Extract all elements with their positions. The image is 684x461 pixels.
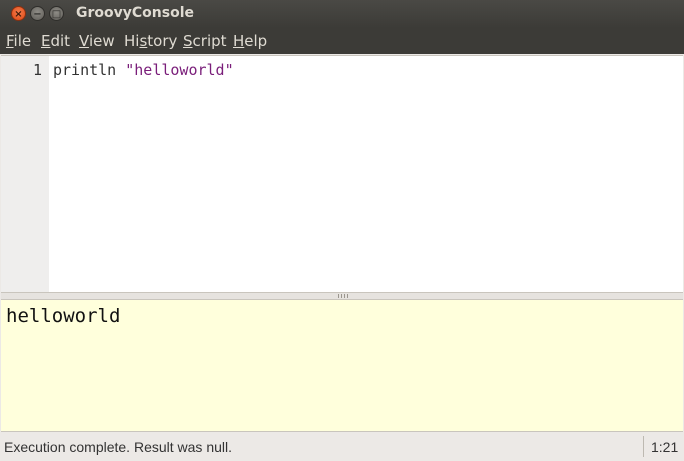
script-editor[interactable]: 1 println "helloworld": [1, 55, 683, 293]
output-pane[interactable]: helloworld: [1, 300, 683, 432]
menu-help-label: elp: [244, 32, 268, 50]
menu-view-label: iew: [88, 32, 115, 50]
title-bar[interactable]: × − □ GroovyConsole: [0, 0, 684, 28]
minimize-window-button[interactable]: −: [30, 6, 45, 21]
menu-help-mnemonic: H: [233, 32, 245, 50]
status-bar: Execution complete. Result was null. 1:2…: [0, 433, 684, 461]
line-number: 1: [32, 61, 42, 79]
menu-view-mnemonic: V: [79, 32, 89, 50]
status-divider: [643, 436, 644, 457]
menu-file-label: ile: [13, 32, 32, 50]
window-title: GroovyConsole: [76, 5, 194, 21]
maximize-window-button[interactable]: □: [49, 6, 64, 21]
splitter-grip-icon[interactable]: [338, 294, 348, 298]
output-text: helloworld: [6, 305, 121, 327]
close-window-button[interactable]: ×: [11, 6, 26, 21]
menu-history-label: tory: [147, 32, 178, 50]
code-string-literal: "helloworld": [125, 61, 234, 79]
menu-history[interactable]: History: [124, 32, 177, 50]
menu-view[interactable]: View: [79, 32, 115, 50]
caret-position: 1:21: [651, 439, 679, 455]
menu-script[interactable]: Script: [183, 32, 227, 50]
menu-script-label: cript: [192, 32, 227, 50]
menu-file-mnemonic: F: [6, 32, 14, 50]
status-message: Execution complete. Result was null.: [4, 439, 232, 455]
split-pane-divider[interactable]: [1, 292, 683, 300]
code-keyword: println: [53, 61, 126, 79]
groovy-console-window: × − □ GroovyConsole File Edit View Histo…: [0, 0, 684, 461]
menu-history-prefix: Hi: [124, 32, 140, 50]
menu-edit[interactable]: Edit: [41, 32, 70, 50]
line-number-gutter: 1: [1, 56, 49, 293]
menu-help[interactable]: Help: [233, 32, 267, 50]
menu-script-mnemonic: S: [183, 32, 193, 50]
menu-edit-label: dit: [50, 32, 71, 50]
menu-bar: File Edit View History Script Help: [0, 28, 684, 54]
code-line[interactable]: println "helloworld": [53, 61, 234, 79]
menu-file[interactable]: File: [6, 32, 31, 50]
